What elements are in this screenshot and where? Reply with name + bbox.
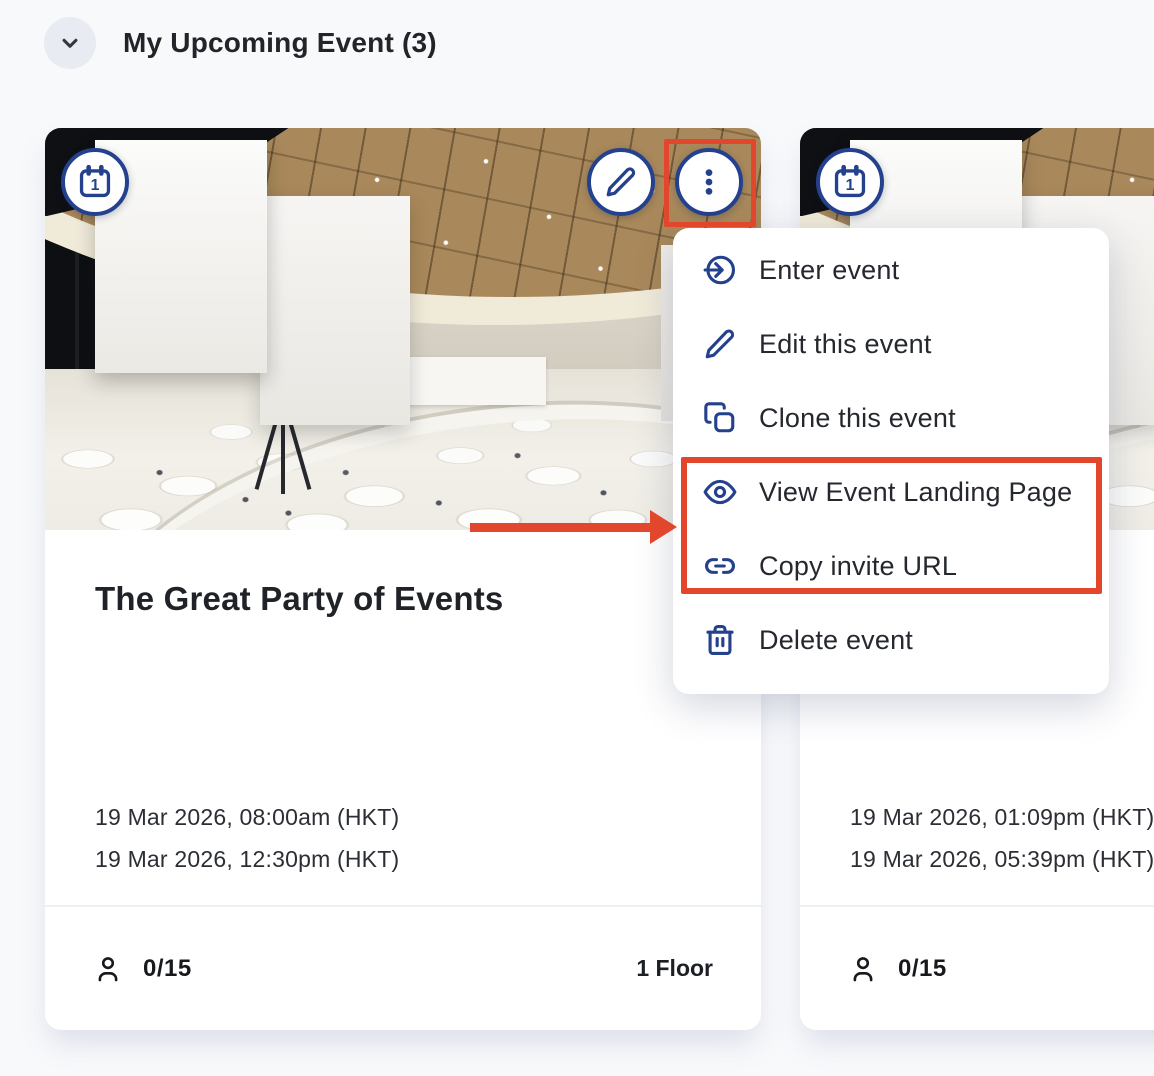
menu-item-copy-invite-url[interactable]: Copy invite URL — [673, 529, 1109, 603]
calendar-icon: 1 — [76, 163, 114, 201]
pencil-icon — [604, 165, 638, 199]
svg-text:1: 1 — [846, 177, 855, 194]
attendee-count: 0/15 — [898, 955, 947, 983]
svg-text:1: 1 — [91, 177, 100, 194]
chevron-down-icon — [57, 30, 83, 56]
menu-item-label: Edit this event — [759, 329, 932, 360]
event-start-date: 19 Mar 2026, 01:09pm (HKT) — [850, 796, 1154, 838]
floor-count: 1 Floor — [636, 955, 713, 982]
menu-item-label: Enter event — [759, 255, 899, 286]
menu-item-view-event-landing-page[interactable]: View Event Landing Page — [673, 455, 1109, 529]
menu-item-clone-this-event[interactable]: Clone this event — [673, 381, 1109, 455]
calendar-badge[interactable]: 1 — [816, 148, 884, 216]
enter-icon — [703, 253, 737, 287]
menu-item-edit-this-event[interactable]: Edit this event — [673, 307, 1109, 381]
event-title: The Great Party of Events — [95, 580, 503, 618]
calendar-badge[interactable]: 1 — [61, 148, 129, 216]
kebab-menu-button[interactable] — [675, 148, 743, 216]
menu-item-label: Copy invite URL — [759, 551, 957, 582]
person-icon — [848, 954, 878, 984]
events-dashboard: My Upcoming Event (3) — [0, 0, 1154, 1076]
menu-item-label: View Event Landing Page — [759, 477, 1072, 508]
clone-icon — [703, 401, 737, 435]
event-end-date: 19 Mar 2026, 12:30pm (HKT) — [95, 838, 399, 880]
annotation-arrow — [470, 523, 652, 532]
annotation-arrow-head — [650, 510, 677, 544]
event-card-1[interactable]: 1 The Great Party of Events 19 Mar 2026,… — [45, 128, 761, 1030]
event-dates: 19 Mar 2026, 01:09pm (HKT) 19 Mar 2026, … — [850, 796, 1154, 880]
eye-icon — [703, 475, 737, 509]
event-start-date: 19 Mar 2026, 08:00am (HKT) — [95, 796, 399, 838]
kebab-icon — [694, 167, 724, 197]
link-icon — [703, 549, 737, 583]
edit-event-button[interactable] — [587, 148, 655, 216]
section-header: My Upcoming Event (3) — [0, 0, 1154, 90]
edit-icon — [703, 327, 737, 361]
person-icon — [93, 954, 123, 984]
menu-item-label: Clone this event — [759, 403, 956, 434]
event-end-date: 19 Mar 2026, 05:39pm (HKT) — [850, 838, 1154, 880]
event-context-menu: Enter event Edit this event Clone this e… — [673, 228, 1109, 694]
menu-item-delete-event[interactable]: Delete event — [673, 603, 1109, 677]
menu-item-enter-event[interactable]: Enter event — [673, 233, 1109, 307]
attendee-count: 0/15 — [143, 955, 192, 983]
section-title: My Upcoming Event (3) — [123, 27, 437, 59]
event-card-footer: 0/15 — [800, 905, 1154, 1030]
menu-item-label: Delete event — [759, 625, 913, 656]
calendar-icon: 1 — [831, 163, 869, 201]
event-dates: 19 Mar 2026, 08:00am (HKT) 19 Mar 2026, … — [95, 796, 399, 880]
collapse-section-button[interactable] — [44, 17, 96, 69]
event-card-footer: 0/15 1 Floor — [45, 905, 761, 1030]
trash-icon — [703, 623, 737, 657]
